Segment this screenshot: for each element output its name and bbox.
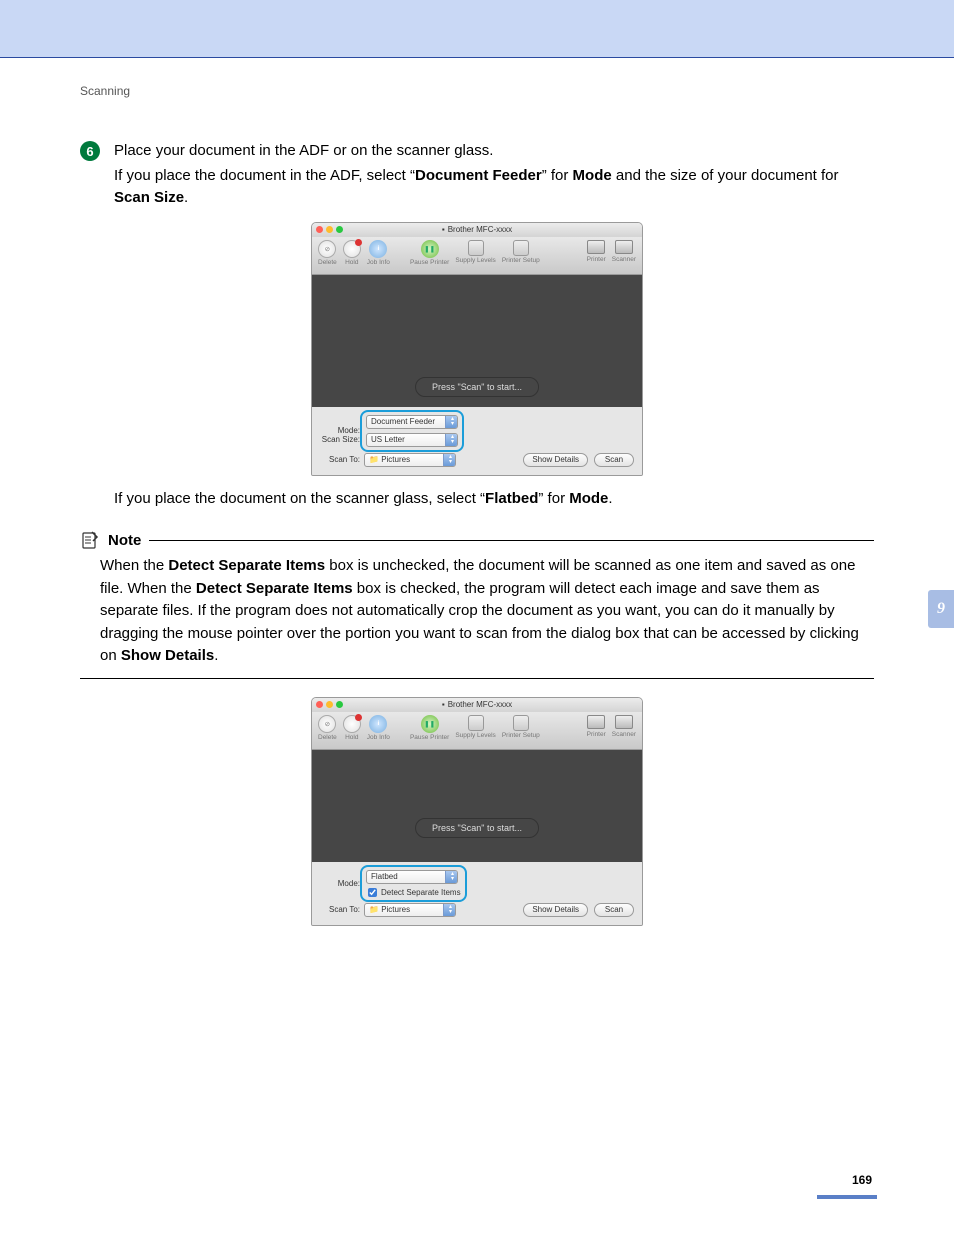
pause-icon: ❚❚ xyxy=(421,715,439,733)
scan-button[interactable]: Scan xyxy=(594,453,634,467)
note-rule xyxy=(149,540,874,541)
scanto-select[interactable]: 📁 Pictures▴▾ xyxy=(364,903,456,917)
highlight-callout: Flatbed▴▾ Detect Separate Items xyxy=(360,865,467,902)
scanto-label: Scan To: xyxy=(320,455,364,464)
toolbar-pause[interactable]: ❚❚Pause Printer xyxy=(410,240,449,266)
printer-tab-icon xyxy=(587,715,605,729)
preview-area: Press "Scan" to start... xyxy=(312,275,642,407)
note-end-rule xyxy=(80,678,874,679)
pause-icon: ❚❚ xyxy=(421,240,439,258)
window-titlebar: ▪Brother MFC-xxxx xyxy=(312,223,642,237)
window-toolbar: ⊘Delete Hold iJob Info ❚❚Pause Printer S… xyxy=(312,237,642,275)
detect-separate-items-label: Detect Separate Items xyxy=(381,888,461,897)
toolbar-delete[interactable]: ⊘Delete xyxy=(318,240,337,266)
step-text: Place your document in the ADF or on the… xyxy=(114,140,874,212)
printer-setup-icon xyxy=(513,240,529,256)
toolbar-hold[interactable]: Hold xyxy=(343,715,361,741)
toolbar-jobinfo[interactable]: iJob Info xyxy=(367,240,390,266)
delete-icon: ⊘ xyxy=(318,240,336,258)
toolbar-printer-setup[interactable]: Printer Setup xyxy=(502,240,540,264)
delete-icon: ⊘ xyxy=(318,715,336,733)
window-title: Brother MFC-xxxx xyxy=(448,225,512,234)
mode-label: Mode: xyxy=(320,879,364,888)
toolbar-pause[interactable]: ❚❚Pause Printer xyxy=(410,715,449,741)
toolbar-supply[interactable]: Supply Levels xyxy=(455,715,495,739)
toolbar-supply[interactable]: Supply Levels xyxy=(455,240,495,264)
supply-icon xyxy=(468,240,484,256)
hold-icon xyxy=(343,715,361,733)
note-icon xyxy=(80,530,100,550)
printer-icon: ▪ xyxy=(442,700,445,709)
toolbar-jobinfo[interactable]: iJob Info xyxy=(367,715,390,741)
scanto-label: Scan To: xyxy=(320,905,364,914)
show-details-button[interactable]: Show Details xyxy=(523,903,588,917)
scan-dialog-adf: ▪Brother MFC-xxxx ⊘Delete Hold iJob Info… xyxy=(311,222,643,476)
mode-select[interactable]: Document Feeder▴▾ xyxy=(366,415,458,429)
step-number-badge: 6 xyxy=(80,141,100,161)
note-title: Note xyxy=(108,532,141,549)
info-icon: i xyxy=(369,240,387,258)
preview-message: Press "Scan" to start... xyxy=(415,377,539,397)
window-title: Brother MFC-xxxx xyxy=(448,700,512,709)
scansize-select[interactable]: US Letter▴▾ xyxy=(366,433,458,447)
scansize-label: Scan Size: xyxy=(320,435,364,444)
page-top-bar xyxy=(0,0,954,58)
toolbar-delete[interactable]: ⊘Delete xyxy=(318,715,337,741)
toolbar-printer-setup[interactable]: Printer Setup xyxy=(502,715,540,739)
page-number-bar xyxy=(817,1195,877,1199)
toolbar-scanner-tab[interactable]: Scanner xyxy=(612,240,636,263)
printer-icon: ▪ xyxy=(442,225,445,234)
mode-label: Mode: xyxy=(320,426,364,435)
window-toolbar: ⊘Delete Hold iJob Info ❚❚Pause Printer S… xyxy=(312,712,642,750)
chapter-tab: 9 xyxy=(928,590,954,628)
mode-select[interactable]: Flatbed▴▾ xyxy=(366,870,458,884)
printer-tab-icon xyxy=(587,240,605,254)
supply-icon xyxy=(468,715,484,731)
detect-separate-items-row[interactable]: Detect Separate Items xyxy=(368,888,461,897)
preview-area: Press "Scan" to start... xyxy=(312,750,642,862)
section-title: Scanning xyxy=(80,84,874,98)
preview-message: Press "Scan" to start... xyxy=(415,818,539,838)
hold-icon xyxy=(343,240,361,258)
scan-button[interactable]: Scan xyxy=(594,903,634,917)
page-number: 169 xyxy=(852,1173,872,1187)
toolbar-printer-tab[interactable]: Printer xyxy=(587,715,606,738)
detect-separate-items-checkbox[interactable] xyxy=(368,888,377,897)
note-body: When the Detect Separate Items box is un… xyxy=(100,555,874,668)
toolbar-scanner-tab[interactable]: Scanner xyxy=(612,715,636,738)
toolbar-printer-tab[interactable]: Printer xyxy=(587,240,606,263)
scanner-tab-icon xyxy=(615,715,633,729)
info-icon: i xyxy=(369,715,387,733)
show-details-button[interactable]: Show Details xyxy=(523,453,588,467)
flatbed-instruction: If you place the document on the scanner… xyxy=(114,488,874,511)
scan-dialog-flatbed: ▪Brother MFC-xxxx ⊘Delete Hold iJob Info… xyxy=(311,697,643,926)
scanto-select[interactable]: 📁 Pictures▴▾ xyxy=(364,453,456,467)
highlight-callout: Document Feeder▴▾ Scan Size: US Letter▴▾ xyxy=(360,410,464,452)
printer-setup-icon xyxy=(513,715,529,731)
toolbar-hold[interactable]: Hold xyxy=(343,240,361,266)
scanner-tab-icon xyxy=(615,240,633,254)
window-titlebar: ▪Brother MFC-xxxx xyxy=(312,698,642,712)
